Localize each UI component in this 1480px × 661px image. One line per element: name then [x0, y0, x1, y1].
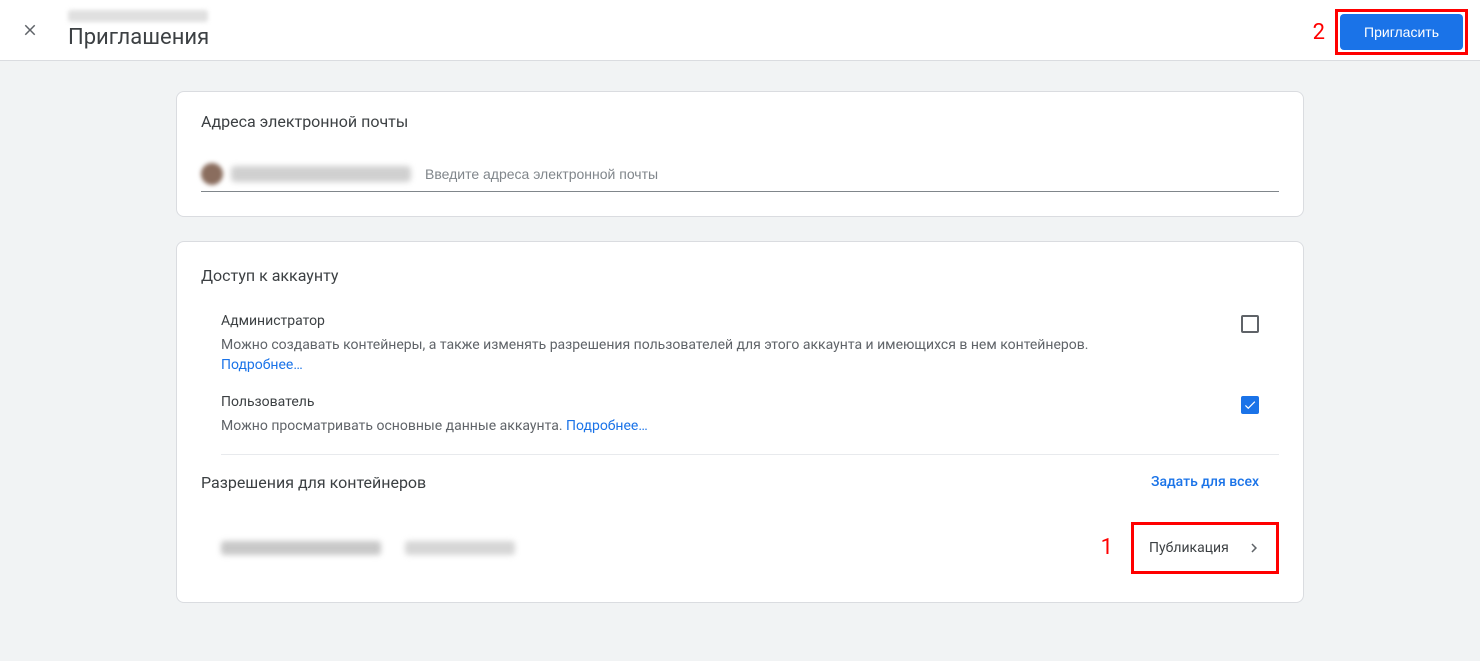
email-card: Адреса электронной почты	[176, 91, 1304, 217]
annotation-two: 2	[1313, 20, 1325, 45]
access-card: Доступ к аккаунту Администратор Можно со…	[176, 241, 1304, 603]
annotation-box-invite: Пригласить	[1335, 9, 1468, 55]
perm-admin-desc: Можно создавать контейнеры, а также изме…	[221, 335, 1201, 376]
page-header: Приглашения 2 Пригласить	[0, 0, 1480, 61]
access-section-title: Доступ к аккаунту	[201, 266, 1279, 285]
chevron-right-icon	[1245, 539, 1263, 557]
perm-user-row: Пользователь Можно просматривать основны…	[201, 394, 1279, 454]
perm-admin-checkbox[interactable]	[1241, 315, 1259, 333]
perm-admin-learn-more[interactable]: Подробнее…	[221, 357, 303, 373]
page-title: Приглашения	[68, 25, 209, 50]
perm-user-learn-more[interactable]: Подробнее…	[566, 418, 648, 434]
account-name-blur	[68, 10, 208, 22]
perm-admin-row: Администратор Можно создавать контейнеры…	[201, 313, 1279, 394]
email-chip-blur	[231, 166, 411, 182]
annotation-one: 1	[1101, 535, 1113, 560]
containers-title: Разрешения для контейнеров	[201, 473, 426, 492]
perm-admin-name: Администратор	[221, 313, 1201, 329]
invite-button[interactable]: Пригласить	[1340, 14, 1463, 50]
container-id-blur	[405, 541, 515, 555]
divider	[221, 454, 1279, 455]
container-permission-label: Публикация	[1149, 540, 1229, 556]
container-row: 1 Публикация	[201, 512, 1279, 592]
container-permission-button[interactable]: Публикация	[1135, 526, 1275, 570]
annotation-box-permission: Публикация	[1131, 522, 1279, 574]
close-icon[interactable]	[18, 18, 42, 42]
avatar-icon	[201, 163, 223, 185]
email-section-title: Адреса электронной почты	[201, 112, 1279, 131]
perm-user-name: Пользователь	[221, 394, 1201, 410]
email-input-row	[201, 163, 1279, 192]
perm-user-desc: Можно просматривать основные данные акка…	[221, 416, 1201, 436]
email-input[interactable]	[425, 166, 1279, 182]
set-all-link[interactable]: Задать для всех	[1151, 474, 1259, 490]
container-name-blur	[221, 541, 381, 555]
perm-user-checkbox[interactable]	[1241, 396, 1259, 414]
